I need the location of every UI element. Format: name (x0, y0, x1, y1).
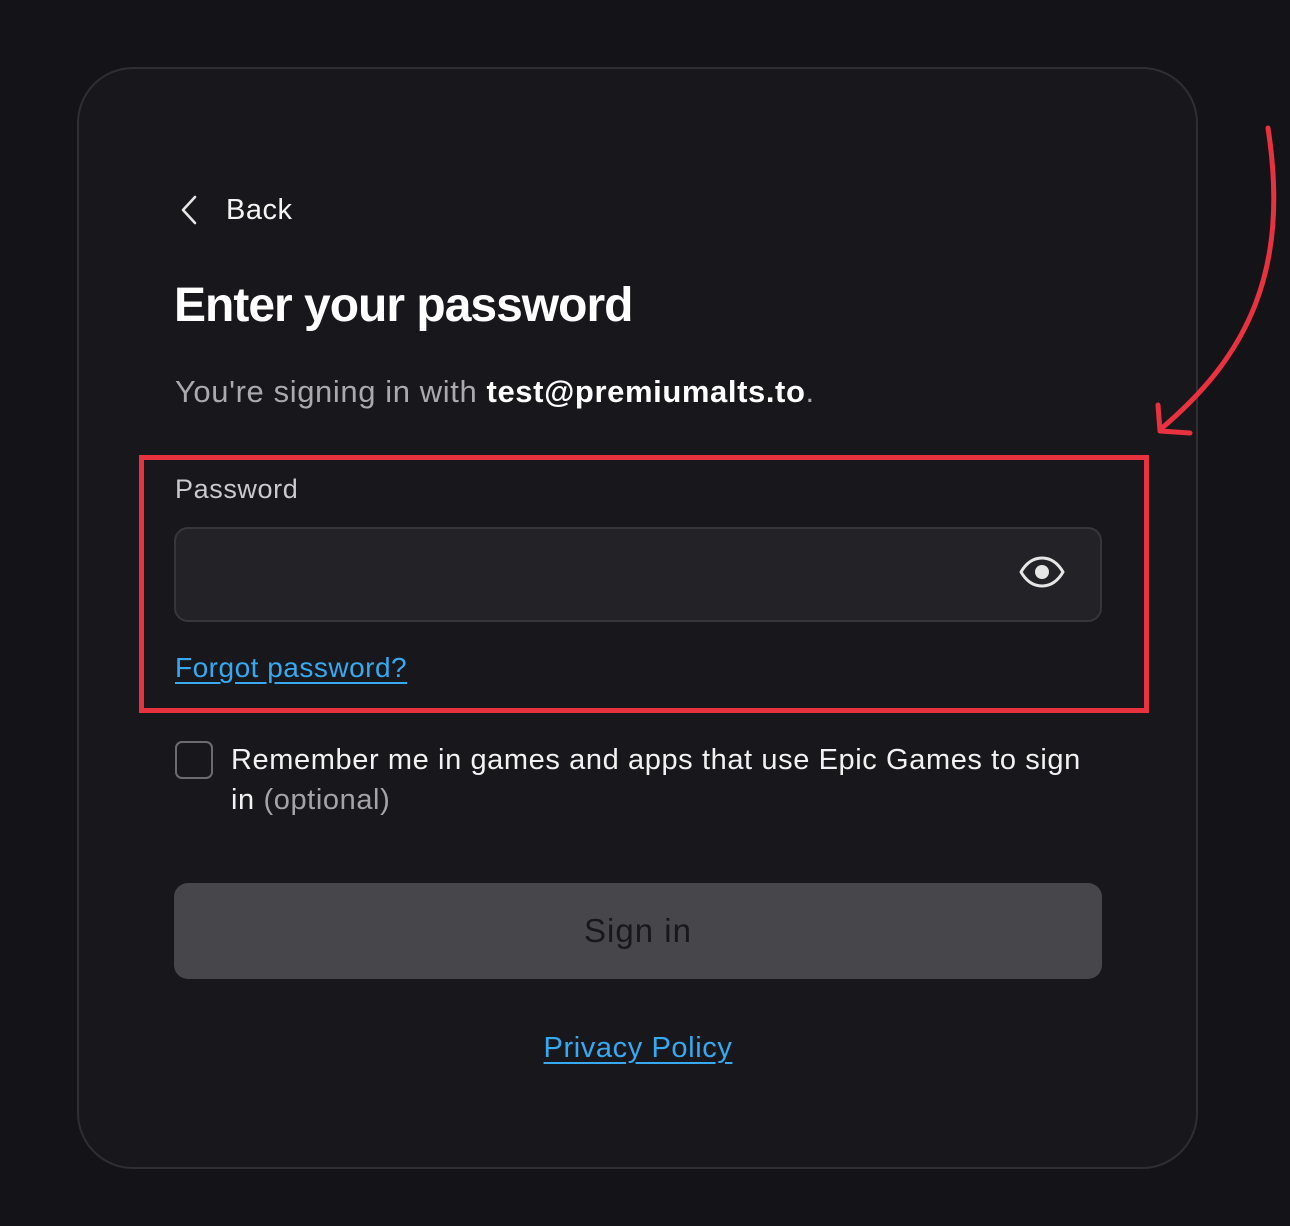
privacy-policy-container: Privacy Policy (0, 1032, 1276, 1065)
back-label: Back (226, 193, 293, 226)
page: Back Enter your password You're signing … (0, 0, 1290, 1226)
eye-icon (1019, 556, 1065, 593)
password-input[interactable] (174, 527, 1102, 622)
show-password-toggle[interactable] (1018, 555, 1066, 593)
account-email: test@premiumalts.to (486, 374, 806, 409)
chevron-left-icon (180, 194, 200, 226)
signing-in-suffix: . (805, 374, 815, 409)
signing-in-prefix: You're signing in with (175, 374, 487, 409)
password-label: Password (175, 474, 299, 504)
back-button[interactable]: Back (180, 188, 292, 232)
forgot-password-link[interactable]: Forgot password? (175, 652, 407, 684)
privacy-policy-link[interactable]: Privacy Policy (544, 1032, 733, 1064)
sign-in-button[interactable]: Sign in (174, 883, 1102, 979)
remember-me-label[interactable]: Remember me in games and apps that use E… (231, 740, 1111, 820)
optional-hint: (optional) (263, 784, 391, 816)
page-title: Enter your password (174, 279, 633, 332)
signing-in-message: You're signing in with test@premiumalts.… (175, 374, 815, 410)
remember-me-checkbox[interactable] (175, 741, 213, 779)
